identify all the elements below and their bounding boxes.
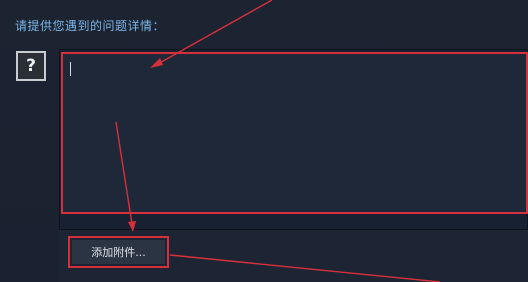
support-ticket-page: 请提供您遇到的问题详情： ? 添加附件...	[0, 0, 528, 282]
problem-details-label: 请提供您遇到的问题详情：	[15, 19, 166, 33]
question-mark-icon: ?	[16, 51, 46, 81]
add-attachment-button[interactable]: 添加附件...	[72, 240, 165, 264]
text-cursor	[70, 62, 71, 76]
problem-details-textarea[interactable]	[61, 52, 528, 214]
help-icon-glyph: ?	[26, 56, 36, 76]
